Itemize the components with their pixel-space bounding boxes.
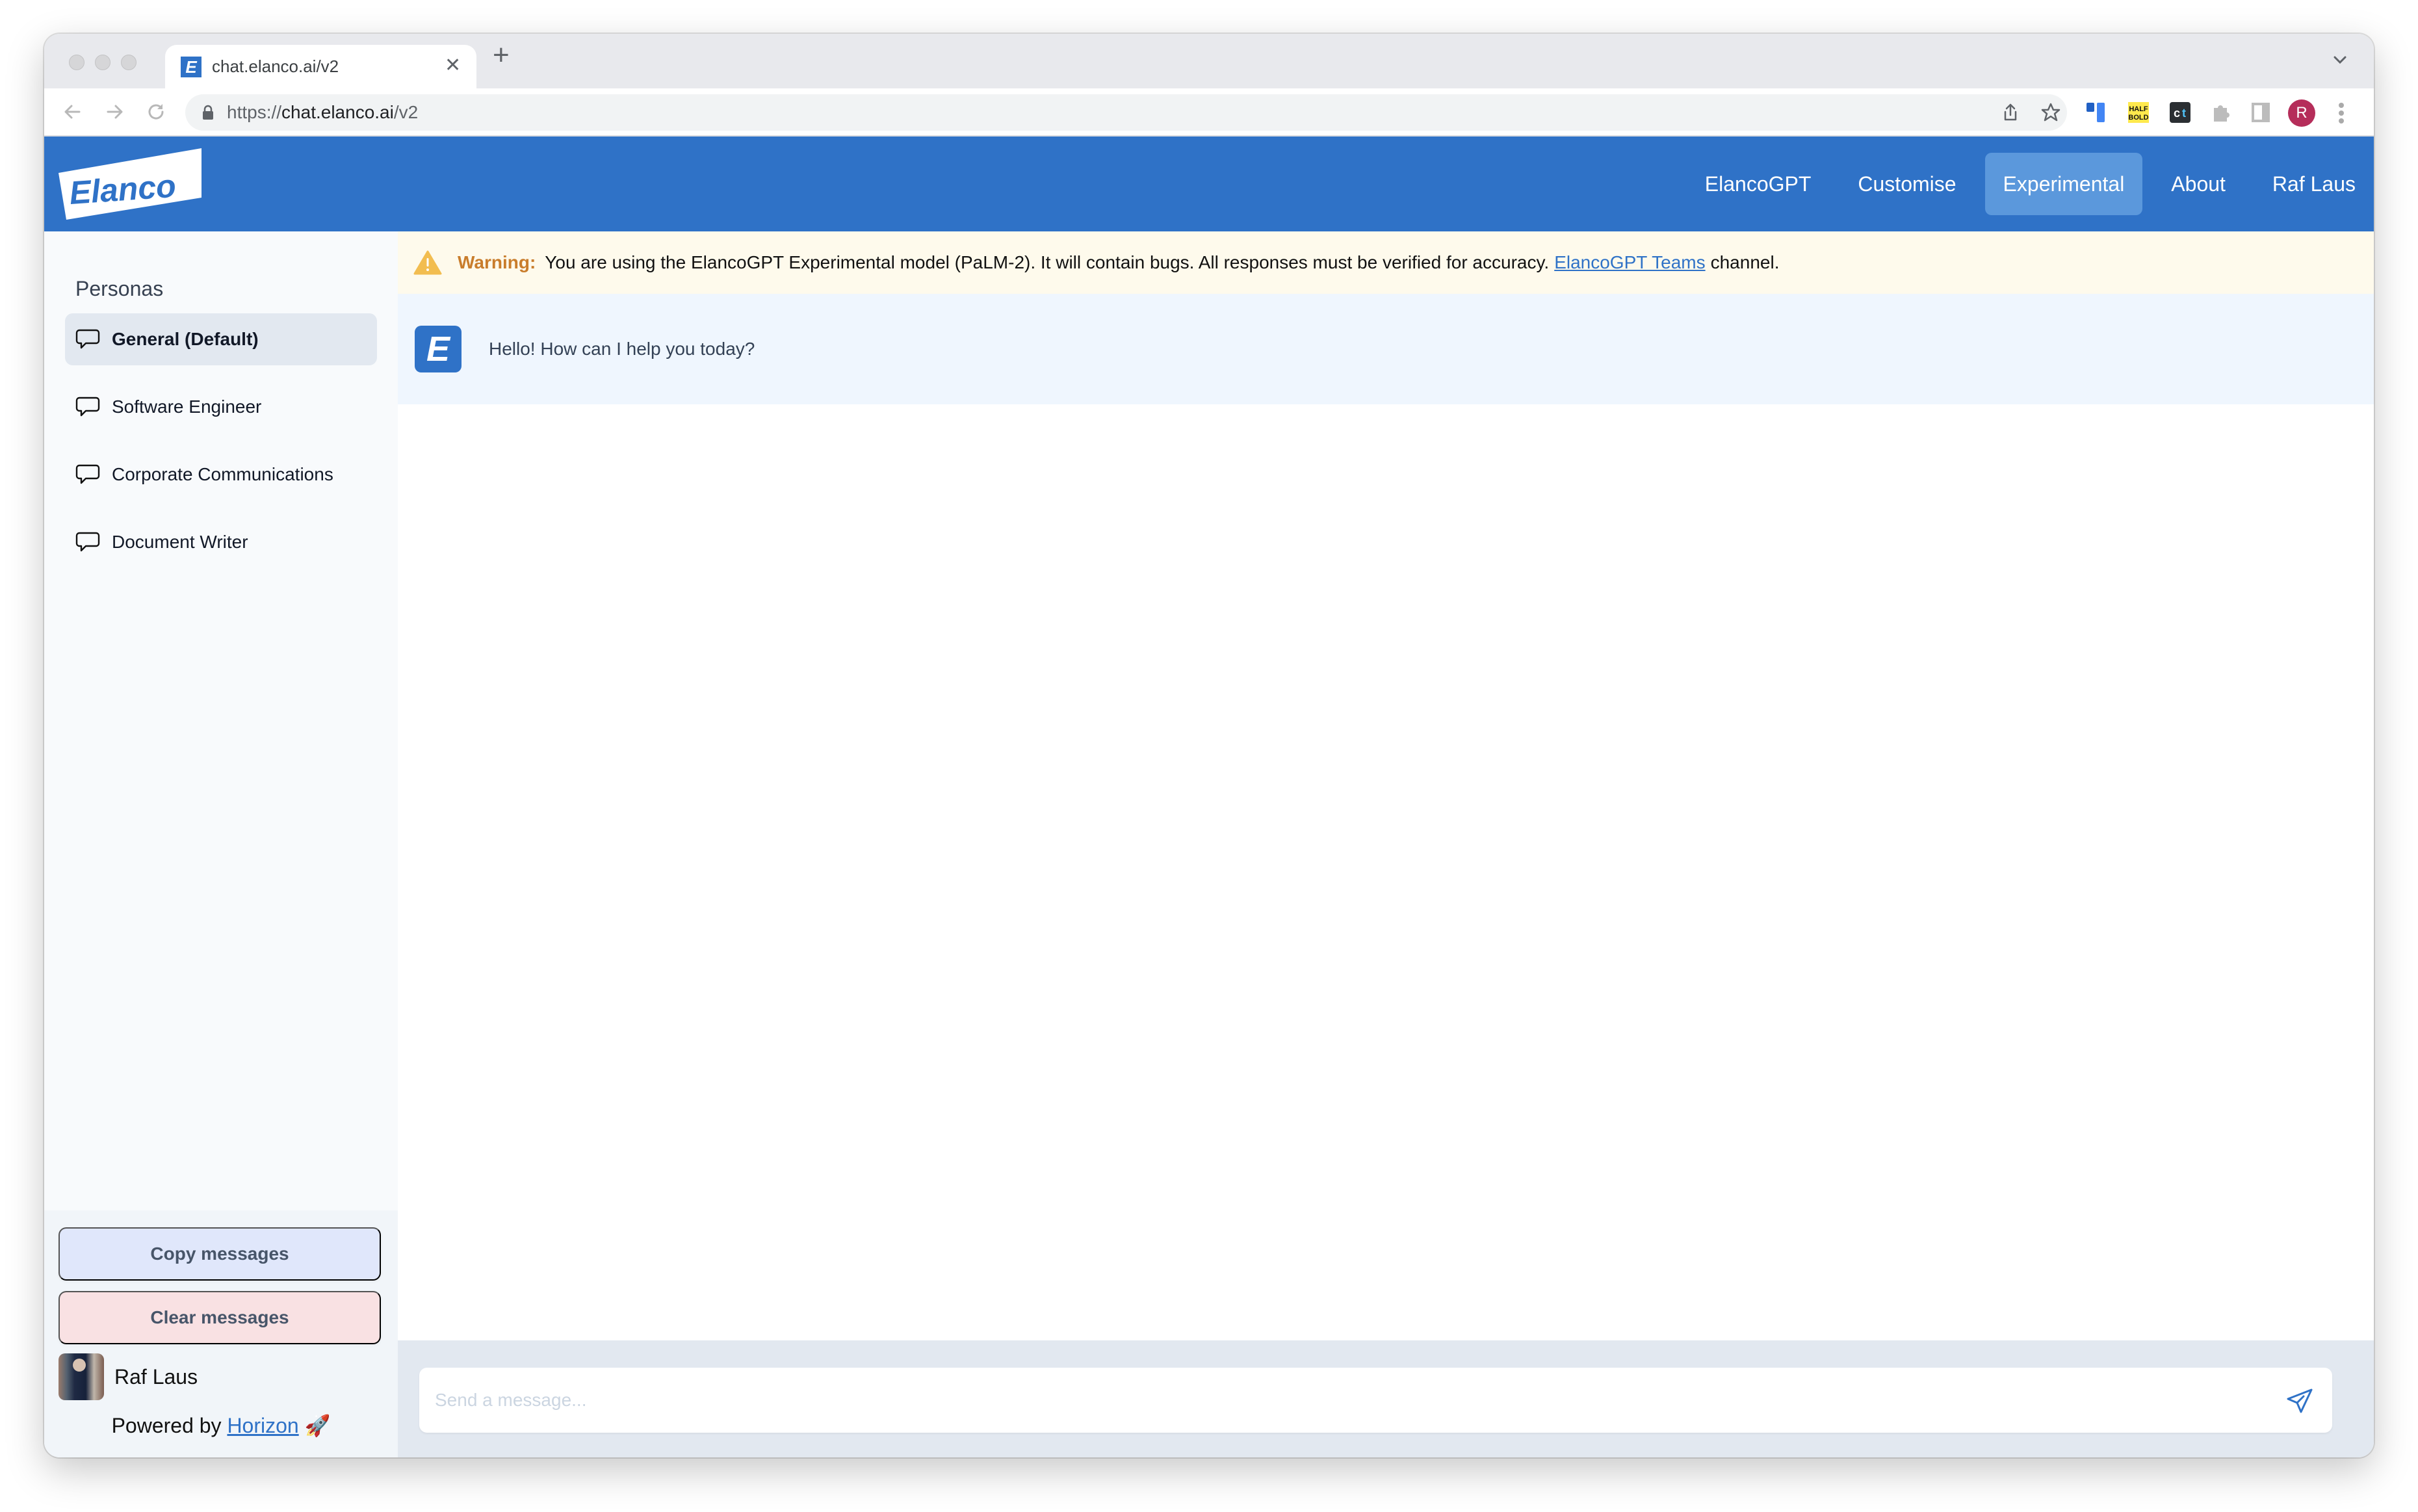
user-profile[interactable]: Raf Laus — [58, 1353, 198, 1400]
assistant-message: E Hello! How can I help you today? — [398, 294, 2374, 404]
warning-triangle-icon — [413, 250, 442, 275]
teams-channel-link[interactable]: ElancoGPT Teams — [1554, 252, 1705, 273]
message-input-box — [419, 1368, 2332, 1433]
message-text: Hello! How can I help you today? — [489, 339, 755, 359]
persona-software-engineer[interactable]: Software Engineer — [65, 381, 377, 433]
persona-document-writer[interactable]: Document Writer — [65, 516, 377, 568]
assistant-avatar: E — [415, 326, 462, 372]
side-panel-icon[interactable] — [2249, 100, 2272, 125]
puzzle-icon[interactable] — [2209, 100, 2232, 125]
user-avatar — [58, 1353, 104, 1400]
url-text: https://chat.elanco.ai/v2 — [227, 102, 419, 122]
chat-main: Warning: You are using the ElancoGPT Exp… — [398, 231, 2374, 1457]
main-nav: ElancoGPT Customise Experimental About R… — [1676, 137, 2374, 231]
rocket-icon: 🚀 — [304, 1414, 331, 1437]
svg-text:HALF: HALF — [2129, 105, 2148, 113]
tab-strip: E chat.elanco.ai/v2 ✕ + — [44, 34, 2374, 89]
elanco-logo[interactable]: Elanco — [53, 147, 203, 222]
new-tab-button[interactable]: + — [493, 39, 510, 72]
user-name: Raf Laus — [114, 1364, 198, 1388]
browser-window: E chat.elanco.ai/v2 ✕ + https://chat.ela… — [44, 34, 2374, 1457]
browser-menu-icon[interactable] — [2337, 101, 2345, 125]
powered-by: Powered by Horizon 🚀 — [111, 1414, 331, 1437]
warning-label: Warning: — [458, 252, 536, 272]
chat-bubble-icon — [75, 532, 100, 552]
persona-corporate-communications[interactable]: Corporate Communications — [65, 449, 377, 501]
browser-toolbar: https://chat.elanco.ai/v2 HALF BOLD c t — [44, 88, 2374, 137]
personas-heading: Personas — [75, 277, 164, 300]
favicon-icon: E — [181, 57, 202, 77]
app-header: Elanco ElancoGPT Customise Experimental … — [44, 137, 2374, 231]
clear-messages-button[interactable]: Clear messages — [58, 1291, 381, 1344]
profile-avatar[interactable]: R — [2288, 99, 2315, 127]
share-icon[interactable] — [1999, 101, 2022, 124]
maximize-window-button[interactable] — [121, 55, 136, 70]
sidebar: Personas General (Default) Software Engi… — [44, 231, 398, 1457]
nav-customise[interactable]: Customise — [1840, 153, 1974, 215]
chat-bubble-icon — [75, 464, 100, 484]
browser-tab[interactable]: E chat.elanco.ai/v2 ✕ — [165, 45, 476, 89]
svg-text:Elanco: Elanco — [68, 168, 177, 211]
warning-text: You are using the ElancoGPT Experimental… — [545, 252, 1550, 272]
persona-label: Document Writer — [112, 532, 248, 552]
persona-label: General (Default) — [112, 329, 259, 349]
minimize-window-button[interactable] — [95, 55, 110, 70]
persona-label: Software Engineer — [112, 397, 262, 417]
copy-messages-button[interactable]: Copy messages — [58, 1227, 381, 1281]
persona-general[interactable]: General (Default) — [65, 313, 377, 365]
sidebar-footer: Copy messages Clear messages Raf Laus Po… — [44, 1210, 398, 1457]
close-window-button[interactable] — [69, 55, 84, 70]
bookmark-star-icon[interactable] — [2039, 101, 2062, 124]
message-input[interactable] — [435, 1390, 2285, 1411]
chat-bubble-icon — [75, 397, 100, 417]
address-bar[interactable]: https://chat.elanco.ai/v2 — [185, 94, 2067, 131]
half-bold-icon[interactable]: HALF BOLD — [2127, 100, 2150, 125]
nav-experimental[interactable]: Experimental — [1984, 153, 2143, 215]
nav-about[interactable]: About — [2153, 153, 2244, 215]
warning-suffix: channel. — [1710, 252, 1780, 272]
chat-bubble-icon — [75, 329, 100, 349]
warning-banner: Warning: You are using the ElancoGPT Exp… — [398, 231, 2374, 294]
horizon-link[interactable]: Horizon — [227, 1414, 298, 1437]
lock-icon — [203, 105, 213, 120]
message-composer — [398, 1340, 2374, 1457]
svg-text:t: t — [2182, 107, 2186, 120]
ct-icon[interactable]: c t — [2168, 100, 2192, 125]
forward-arrow-icon[interactable] — [101, 99, 127, 125]
svg-text:BOLD: BOLD — [2128, 114, 2148, 122]
nav-elancogpt[interactable]: ElancoGPT — [1687, 153, 1830, 215]
svg-text:c: c — [2174, 107, 2180, 120]
tab-title: chat.elanco.ai/v2 — [212, 57, 339, 76]
back-arrow-icon[interactable] — [60, 99, 86, 125]
nav-user-profile[interactable]: Raf Laus — [2254, 153, 2374, 215]
send-icon[interactable] — [2285, 1386, 2314, 1414]
persona-label: Corporate Communications — [112, 464, 333, 484]
trello-icon[interactable] — [2085, 100, 2109, 125]
chevron-down-icon[interactable] — [2327, 47, 2353, 73]
reload-icon[interactable] — [143, 99, 169, 125]
close-tab-icon[interactable]: ✕ — [445, 54, 461, 77]
